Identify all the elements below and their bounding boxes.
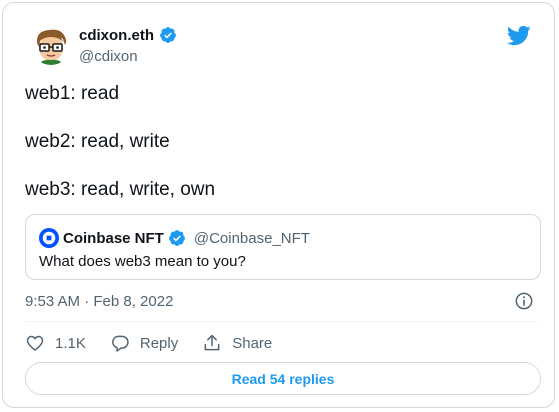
actions-divider xyxy=(25,321,538,322)
author-name-row[interactable]: cdixon.eth xyxy=(79,26,177,44)
avatar-cartoon-icon xyxy=(36,29,66,65)
share-icon xyxy=(204,334,220,351)
reply-button[interactable]: Reply xyxy=(110,333,178,353)
quoted-tweet-text: What does web3 mean to you? xyxy=(39,253,246,270)
verified-badge-icon xyxy=(168,230,185,246)
tweet-timestamp[interactable]: 9:53 AM · Feb 8, 2022 xyxy=(25,293,173,310)
tweet-text-line-1: web1: read xyxy=(25,83,120,104)
share-label: Share xyxy=(232,334,273,352)
twitter-bird-icon[interactable] xyxy=(506,25,531,46)
quoted-handle[interactable]: @Coinbase_NFT xyxy=(194,230,310,247)
tweet-embed-card: cdixon.eth @cdixon web1: read web2: read… xyxy=(2,2,555,408)
author-display-name[interactable]: cdixon.eth xyxy=(79,27,154,44)
author-avatar[interactable] xyxy=(31,25,71,65)
like-count: 1.1K xyxy=(55,334,86,352)
share-button[interactable]: Share xyxy=(202,333,272,353)
coinbase-logo-icon xyxy=(39,228,59,248)
verified-badge-icon xyxy=(160,27,176,43)
tweet-actions-bar: 1.1K Reply Share xyxy=(25,332,296,354)
info-icon[interactable] xyxy=(514,291,534,311)
author-handle[interactable]: @cdixon xyxy=(79,48,138,65)
tweet-text-line-3: web3: read, write, own xyxy=(25,179,216,200)
quoted-tweet[interactable]: Coinbase NFT @Coinbase_NFT What does web… xyxy=(25,214,541,280)
tweet-text-line-2: web2: read, write xyxy=(25,131,170,152)
heart-icon xyxy=(26,335,44,351)
reply-label: Reply xyxy=(139,334,179,352)
quoted-display-name[interactable]: Coinbase NFT xyxy=(63,230,164,247)
like-button[interactable]: 1.1K xyxy=(25,333,86,353)
read-replies-button[interactable]: Read 54 replies xyxy=(25,362,541,395)
quoted-tweet-header: Coinbase NFT @Coinbase_NFT xyxy=(39,228,310,248)
reply-icon xyxy=(111,335,129,352)
